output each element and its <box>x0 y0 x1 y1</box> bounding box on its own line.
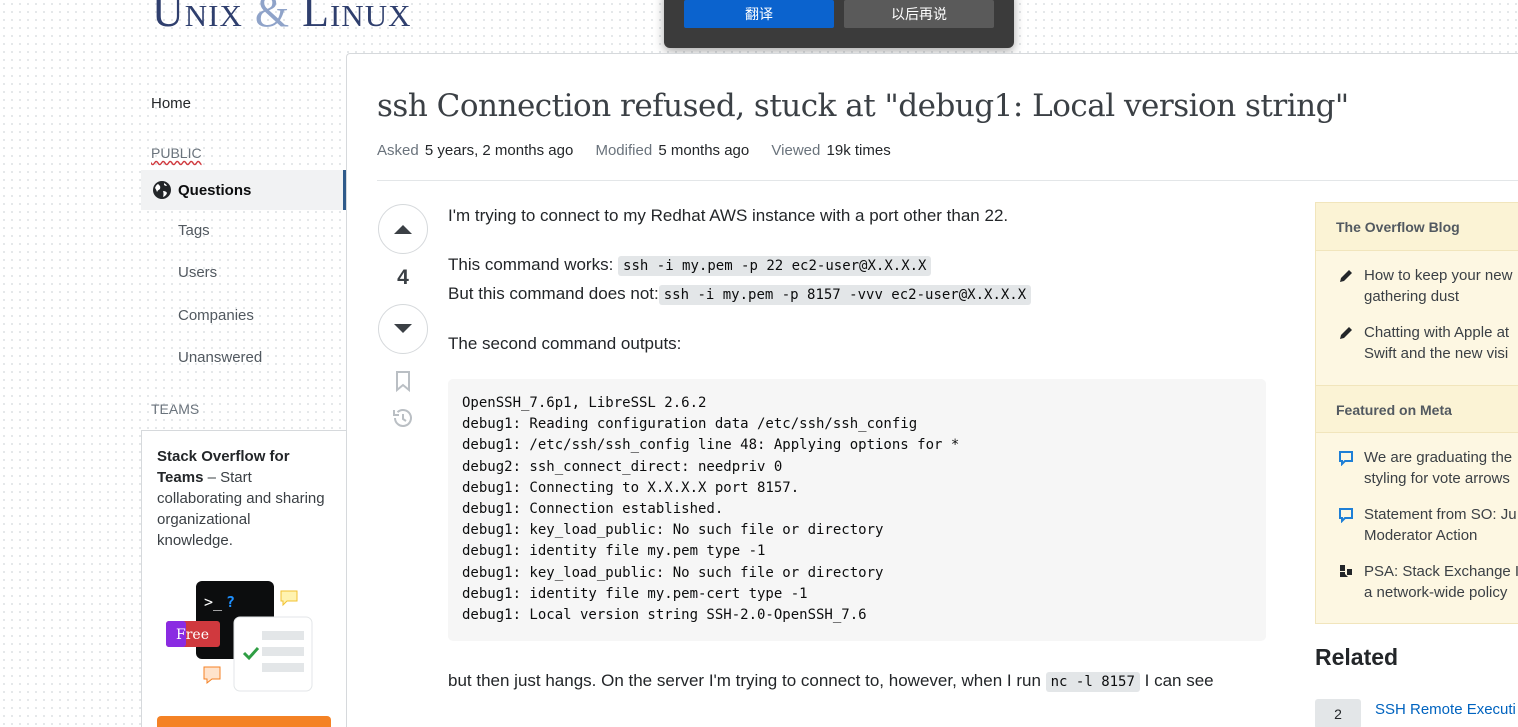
viewed-label: Viewed <box>771 142 821 159</box>
related-link[interactable]: SSH Remote Executi <box>1375 699 1516 721</box>
meta-item-line: PSA: Stack Exchange I <box>1364 563 1518 580</box>
nav-users[interactable]: Users <box>178 264 217 281</box>
teams-promo: Stack Overflow for Teams – Start collabo… <box>141 430 346 727</box>
related-score: 2 <box>1315 699 1361 727</box>
nav-home[interactable]: Home <box>151 95 191 112</box>
blog-item-line: gathering dust <box>1364 288 1460 305</box>
asked-label: Asked <box>377 142 419 159</box>
code-line: debug1: identity file my.pem type -1 <box>462 543 766 560</box>
inline-code: nc -l 8157 <box>1045 672 1140 692</box>
question-body: I'm trying to connect to my Redhat AWS i… <box>448 202 1268 717</box>
works-text: This command works: <box>448 255 619 274</box>
teams-cta-button[interactable] <box>157 716 331 727</box>
teams-promo-text: Stack Overflow for Teams – Start collabo… <box>157 446 327 551</box>
blog-item[interactable]: How to keep your new gathering dust <box>1316 265 1518 307</box>
meta-list: We are graduating the styling for vote a… <box>1316 433 1518 623</box>
inline-code: ssh -i my.pem -p 8157 -vvv ec2-user@X.X.… <box>658 285 1032 305</box>
bookmark-icon[interactable] <box>391 369 415 393</box>
stack-exchange-icon <box>1340 565 1352 577</box>
blog-item-line: Swift and the new visi <box>1364 345 1509 362</box>
logo-word-1: Unix <box>152 0 243 36</box>
nav-companies[interactable]: Companies <box>178 307 254 324</box>
meta-item-line: Moderator Action <box>1364 527 1478 544</box>
blog-heading: The Overflow Blog <box>1316 203 1518 251</box>
viewed-value: 19k times <box>826 142 891 159</box>
logo-word-2: Linux <box>302 0 412 36</box>
code-line: debug1: key_load_public: No such file or… <box>462 564 884 581</box>
code-line: debug1: Connecting to X.X.X.X port 8157. <box>462 479 800 496</box>
question-panel: ssh Connection refused, stuck at "debug1… <box>346 53 1518 727</box>
blog-item-line: Chatting with Apple at <box>1364 324 1510 341</box>
post-paragraph: but then just hangs. On the server I'm t… <box>448 667 1268 696</box>
code-line: debug1: Reading configuration data /etc/… <box>462 416 918 433</box>
meta-item-line: a network-wide policy <box>1364 584 1508 601</box>
question-meta: Asked 5 years, 2 months ago Modified 5 m… <box>377 142 909 159</box>
nav-unanswered[interactable]: Unanswered <box>178 349 262 366</box>
speech-bubble-icon <box>1339 508 1353 523</box>
meta-item-line: styling for vote arrows <box>1364 470 1510 487</box>
code-line: debug1: /etc/ssh/ssh_config line 48: App… <box>462 437 960 454</box>
asked-value: 5 years, 2 months ago <box>424 142 574 159</box>
blog-item-line: How to keep your new <box>1364 267 1513 284</box>
meta-item-line: We are graduating the <box>1364 449 1513 466</box>
code-line: debug1: identity file my.pem-cert type -… <box>462 585 808 602</box>
svg-text:>_: >_ <box>204 593 223 611</box>
vote-count: 4 <box>397 266 409 289</box>
teams-illustration: >_ ? Free <box>166 581 313 692</box>
blog-item[interactable]: Chatting with Apple at Swift and the new… <box>1316 322 1518 364</box>
meta-item[interactable]: We are graduating the styling for vote a… <box>1316 447 1518 489</box>
later-button[interactable]: 以后再说 <box>844 0 994 28</box>
code-line: OpenSSH_7.6p1, LibreSSL 2.6.2 <box>462 395 707 411</box>
p4-text: but then just hangs. On the server I'm t… <box>448 671 1046 690</box>
history-icon[interactable] <box>391 406 415 430</box>
meta-item[interactable]: PSA: Stack Exchange I a network-wide pol… <box>1316 561 1518 603</box>
nav-tags[interactable]: Tags <box>178 222 210 239</box>
blog-list: How to keep your new gathering dust Chat… <box>1316 251 1518 385</box>
title-divider <box>377 180 1518 181</box>
nav-questions[interactable]: Questions <box>141 170 346 210</box>
overflow-blog-widget: The Overflow Blog How to keep your new g… <box>1315 202 1518 624</box>
arrow-up-icon <box>394 225 412 234</box>
question-title[interactable]: ssh Connection refused, stuck at "debug1… <box>377 88 1349 124</box>
speech-bubble-icon <box>1339 451 1353 466</box>
meta-item[interactable]: Statement from SO: Ju Moderator Action <box>1316 504 1518 546</box>
post-paragraph: I'm trying to connect to my Redhat AWS i… <box>448 206 1009 225</box>
nav-section-public: PUBLIC <box>151 145 202 161</box>
related-heading: Related <box>1315 644 1399 670</box>
post-paragraph: The second command outputs: <box>448 334 682 353</box>
related-item[interactable]: 2 SSH Remote Executi <box>1315 699 1518 727</box>
code-line: debug1: key_load_public: No such file or… <box>462 522 884 539</box>
pencil-icon <box>1340 327 1352 339</box>
downvote-button[interactable] <box>378 304 428 354</box>
meta-heading: Featured on Meta <box>1316 385 1518 433</box>
notworks-text: But this command does not: <box>448 284 659 303</box>
globe-icon <box>153 181 171 199</box>
arrow-down-icon <box>394 324 412 333</box>
modified-label: Modified <box>595 142 653 159</box>
nav-section-teams: TEAMS <box>151 401 200 417</box>
translate-popup: 翻译 以后再说 <box>664 0 1014 48</box>
code-line: debug2: ssh_connect_direct: needpriv 0 <box>462 458 783 475</box>
svg-text:?: ? <box>226 593 235 611</box>
p4-text-end: I can see <box>1139 671 1214 690</box>
free-badge-text: Free <box>176 627 209 643</box>
modified-value[interactable]: 5 months ago <box>658 142 749 159</box>
meta-item-line: Statement from SO: Ju <box>1364 506 1517 523</box>
logo-amp: & <box>254 0 291 36</box>
upvote-button[interactable] <box>378 204 428 254</box>
translate-button[interactable]: 翻译 <box>684 0 834 28</box>
code-line: debug1: Connection established. <box>462 501 724 518</box>
site-logo[interactable]: Unix & Linux <box>152 0 411 37</box>
code-block: OpenSSH_7.6p1, LibreSSL 2.6.2 debug1: Rea… <box>448 379 1266 641</box>
inline-code: ssh -i my.pem -p 22 ec2-user@X.X.X.X <box>618 256 932 276</box>
pencil-icon <box>1340 270 1352 282</box>
post-paragraph: This command works: ssh -i my.pem -p 22 … <box>448 251 1268 309</box>
nav-questions-label: Questions <box>178 181 252 199</box>
code-line: debug1: Local version string SSH-2.0-Ope… <box>462 607 867 624</box>
